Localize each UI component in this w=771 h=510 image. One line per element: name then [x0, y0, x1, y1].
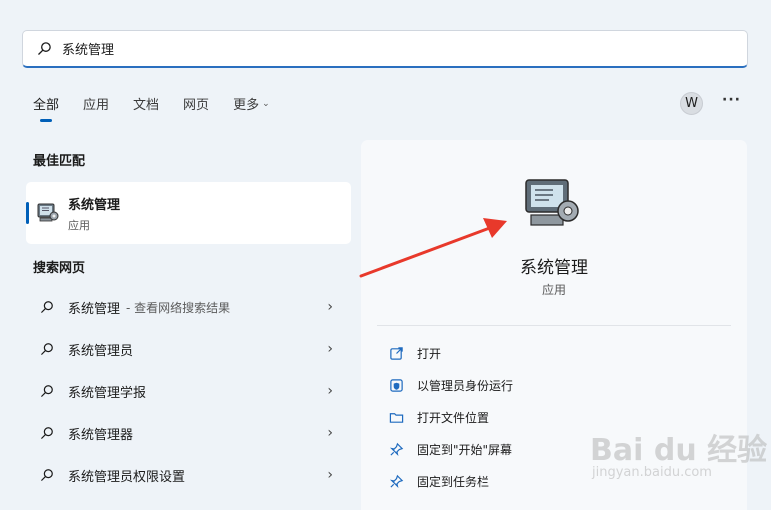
- watermark-main: Bai du 经验: [590, 433, 768, 468]
- search-icon: [41, 385, 53, 397]
- action-label: 打开文件位置: [417, 410, 490, 425]
- preview-title: 系统管理: [520, 258, 588, 278]
- selection-indicator: [26, 202, 29, 224]
- best-match-heading: 最佳匹配: [33, 154, 86, 169]
- pin-icon: [389, 474, 404, 488]
- chevron-right-icon: ›: [327, 341, 333, 357]
- action-label: 固定到任务栏: [417, 474, 490, 489]
- search-icon: [41, 469, 53, 481]
- filter-tabs: 全部 应用 文档 网页 更多 ⌄: [33, 94, 294, 122]
- divider: [377, 325, 731, 326]
- tab-documents[interactable]: 文档: [133, 94, 159, 113]
- preview-subtitle: 应用: [541, 283, 566, 297]
- web-search-item[interactable]: 系统管理员 ›: [26, 328, 351, 370]
- web-search-label: 系统管理学报: [68, 385, 147, 401]
- open-icon: [390, 346, 403, 360]
- web-search-heading: 搜索网页: [33, 261, 86, 276]
- tab-label: 更多: [233, 98, 260, 113]
- more-options-button[interactable]: ···: [722, 92, 741, 108]
- action-label: 以管理员身份运行: [417, 378, 514, 393]
- tab-label: 网页: [183, 98, 210, 113]
- tab-label: 应用: [83, 98, 110, 113]
- web-search-item[interactable]: 系统管理学报 ›: [26, 370, 351, 412]
- tab-all[interactable]: 全部: [33, 94, 60, 122]
- web-search-item[interactable]: 系统管理员权限设置 ›: [26, 454, 351, 496]
- system-management-icon: [37, 203, 59, 222]
- web-search-item[interactable]: 系统管理 - 查看网络搜索结果 ›: [26, 286, 351, 328]
- web-search-list: 系统管理 - 查看网络搜索结果 › 系统管理员 › 系统管理学报 › 系统管理器…: [26, 286, 351, 496]
- search-input[interactable]: 系统管理: [22, 30, 748, 68]
- tab-more[interactable]: 更多 ⌄: [233, 94, 270, 113]
- open-action[interactable]: 打开: [361, 337, 747, 369]
- chevron-down-icon: ⌄: [262, 98, 270, 109]
- web-search-label: 系统管理: [68, 301, 121, 317]
- web-search-label: 系统管理器: [68, 427, 134, 443]
- web-search-label: 系统管理员: [68, 343, 134, 359]
- tab-label: 文档: [133, 98, 160, 113]
- watermark-logo: Bai du 经验 jingyan.baidu.com: [590, 425, 767, 480]
- search-icon: [41, 427, 53, 439]
- chevron-right-icon: ›: [327, 299, 333, 315]
- chevron-right-icon: ›: [327, 467, 333, 483]
- web-search-label: 系统管理员权限设置: [68, 469, 186, 485]
- pin-icon: [389, 442, 404, 456]
- action-label: 固定到"开始"屏幕: [417, 442, 513, 457]
- best-match-name: 系统管理: [68, 197, 121, 213]
- folder-icon: [389, 412, 404, 423]
- system-management-icon: [525, 179, 579, 226]
- action-label: 打开: [417, 346, 442, 361]
- web-search-item[interactable]: 系统管理器 ›: [26, 412, 351, 454]
- tab-web[interactable]: 网页: [183, 94, 209, 113]
- best-match-result[interactable]: 系统管理 应用: [26, 182, 351, 244]
- search-icon: [41, 343, 53, 355]
- search-query-text: 系统管理: [62, 43, 115, 58]
- shield-icon: [390, 378, 403, 392]
- chevron-right-icon: ›: [327, 425, 333, 441]
- best-match-type: 应用: [68, 218, 90, 232]
- run-as-admin-action[interactable]: 以管理员身份运行: [361, 369, 747, 401]
- search-icon: [41, 301, 53, 313]
- tab-label: 全部: [33, 98, 60, 113]
- chevron-right-icon: ›: [327, 383, 333, 399]
- search-icon: [38, 42, 51, 55]
- tab-apps[interactable]: 应用: [83, 94, 109, 113]
- web-search-sub: - 查看网络搜索结果: [126, 300, 231, 315]
- avatar[interactable]: W: [680, 92, 703, 115]
